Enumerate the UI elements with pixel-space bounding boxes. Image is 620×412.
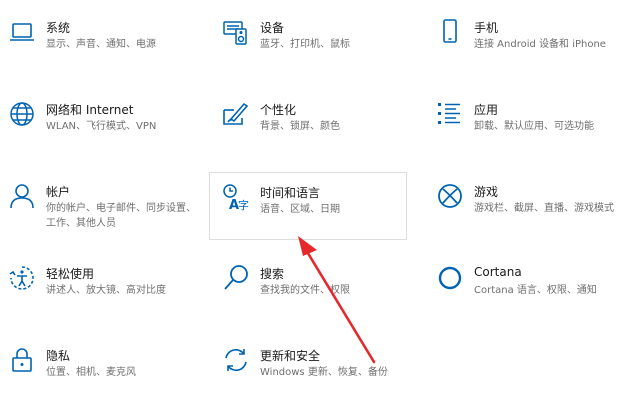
tile-description: 位置、相机、麦克风 [46, 367, 136, 378]
ease-of-access-icon [8, 264, 36, 292]
tile-title: 个性化 [260, 103, 297, 117]
tile-title: 设备 [260, 21, 285, 35]
tile-system[interactable]: 系统 显示、声音、通知、电源 [8, 18, 204, 84]
tile-description: 你的帐户、电子邮件、同步设置、工作、其他人员 [46, 203, 196, 229]
time-language-icon: A 字 [222, 183, 250, 211]
lock-icon [8, 346, 36, 374]
tile-network[interactable]: 网络和 Internet WLAN、飞行模式、VPN [8, 100, 204, 166]
tile-apps[interactable]: 应用 卸载、默认应用、可选功能 [436, 100, 620, 166]
tile-personalization[interactable]: 个性化 背景、锁屏、颜色 [222, 100, 418, 166]
tile-title: 搜索 [260, 267, 285, 281]
tile-search[interactable]: 搜索 查找我的文件、权限 [222, 264, 418, 330]
xbox-icon [436, 182, 464, 210]
tile-title: 更新和安全 [260, 349, 321, 363]
phone-icon [436, 18, 464, 46]
tile-description: 连接 Android 设备和 iPhone [474, 39, 606, 50]
tile-description: 查找我的文件、权限 [260, 285, 350, 296]
tile-title: 应用 [474, 103, 499, 117]
tile-description: Windows 更新、恢复、备份 [260, 367, 388, 378]
tile-time-language[interactable]: A 字 时间和语言 语音、区域、日期 [209, 172, 407, 240]
tile-title: 帐户 [46, 185, 71, 199]
tile-title: 网络和 Internet [46, 103, 134, 117]
devices-icon [222, 18, 250, 46]
tile-description: 背景、锁屏、颜色 [260, 121, 340, 132]
tile-description: 游戏栏、截屏、直播、游戏模式 [474, 203, 614, 214]
tile-accounts[interactable]: 帐户 你的帐户、电子邮件、同步设置、工作、其他人员 [8, 182, 204, 248]
tile-title: 隐私 [46, 349, 71, 363]
cortana-icon [436, 264, 464, 292]
apps-list-icon [436, 100, 464, 128]
paint-icon [222, 100, 250, 128]
update-icon [222, 346, 250, 374]
tile-title: Cortana [474, 265, 522, 279]
tile-gaming[interactable]: 游戏 游戏栏、截屏、直播、游戏模式 [436, 182, 620, 248]
globe-icon [8, 100, 36, 128]
tile-description: 讲述人、放大镜、高对比度 [46, 285, 166, 296]
tile-description: 语音、区域、日期 [260, 204, 340, 215]
tile-description: 蓝牙、打印机、鼠标 [260, 39, 350, 50]
tile-title: 时间和语言 [260, 186, 321, 200]
tile-title: 手机 [474, 21, 499, 35]
svg-text:字: 字 [238, 198, 249, 211]
search-icon [222, 264, 250, 292]
person-icon [8, 182, 36, 210]
tile-phone[interactable]: 手机 连接 Android 设备和 iPhone [436, 18, 620, 84]
tile-privacy[interactable]: 隐私 位置、相机、麦克风 [8, 346, 204, 412]
tile-devices[interactable]: 设备 蓝牙、打印机、鼠标 [222, 18, 418, 84]
tile-title: 系统 [46, 21, 71, 35]
tile-description: WLAN、飞行模式、VPN [46, 121, 157, 132]
tile-cortana[interactable]: Cortana Cortana 语言、权限、通知 [436, 264, 620, 330]
laptop-icon [8, 18, 36, 46]
tile-title: 游戏 [474, 185, 499, 199]
tile-description: 卸载、默认应用、可选功能 [474, 121, 594, 132]
tile-title: 轻松使用 [46, 267, 95, 281]
tile-description: 显示、声音、通知、电源 [46, 39, 156, 50]
tile-update-security[interactable]: 更新和安全 Windows 更新、恢复、备份 [222, 346, 418, 412]
tile-ease-of-access[interactable]: 轻松使用 讲述人、放大镜、高对比度 [8, 264, 204, 330]
tile-description: Cortana 语言、权限、通知 [474, 285, 597, 296]
